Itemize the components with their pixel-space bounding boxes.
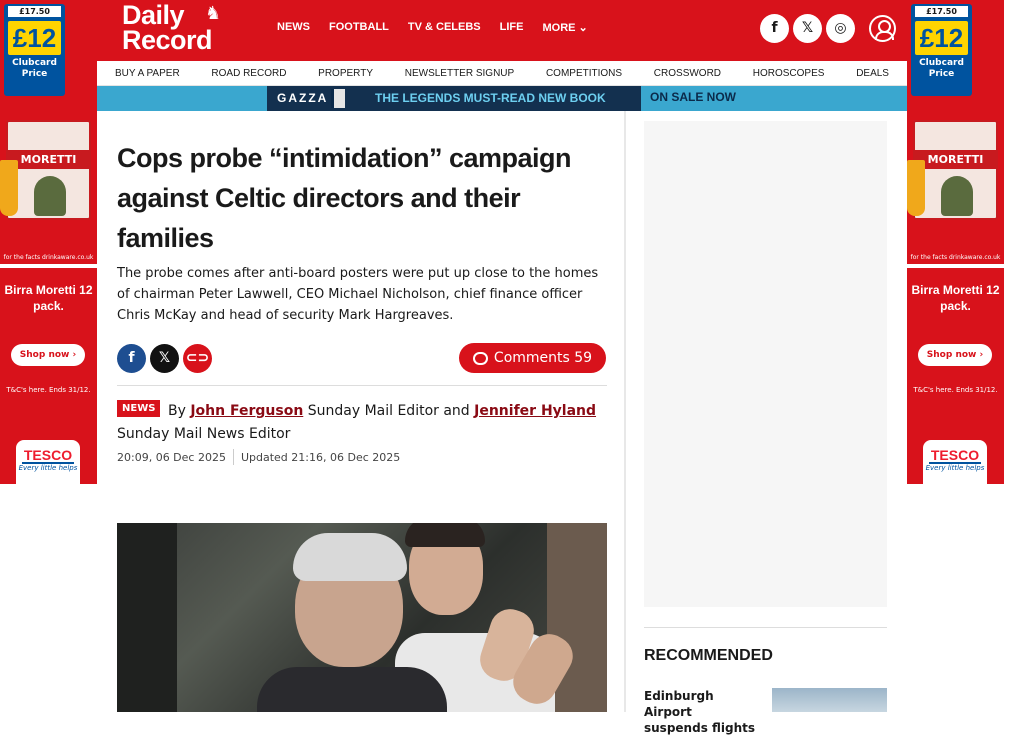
- instagram-icon[interactable]: ◎: [826, 14, 855, 43]
- logo-line-2: Record: [122, 25, 213, 55]
- nav-life[interactable]: LIFE: [500, 21, 524, 34]
- comments-button[interactable]: Comments 59: [459, 343, 606, 373]
- drinkaware-text: for the facts drinkaware.co.uk: [910, 254, 1001, 261]
- box-figure: [941, 176, 973, 216]
- tesco-logo: TESCO Every little helps: [16, 440, 80, 484]
- lion-rampant-icon: ♞: [205, 3, 222, 24]
- updated-time: Updated 21:16, 06 Dec 2025: [240, 451, 401, 464]
- was-price: £17.50: [8, 6, 61, 17]
- tesco-tagline: Every little helps: [925, 464, 985, 472]
- book-promo-banner[interactable]: GAZZA THE LEGENDS MUST-READ NEW BOOK ON …: [97, 86, 907, 111]
- left-side-ad[interactable]: £17.50 £12 Clubcard Price MORETTI for th…: [0, 0, 97, 484]
- article: Cops probe “intimidation” campaign again…: [97, 111, 625, 712]
- photo-person-1-body: [257, 667, 447, 712]
- photo-person-1-hair: [293, 533, 407, 581]
- tesco-name: TESCO: [929, 447, 981, 464]
- secondary-nav: BUY A PAPER ROAD RECORD PROPERTY NEWSLET…: [97, 61, 907, 86]
- right-side-ad[interactable]: £17.50 £12 Clubcard Price MORETTI for th…: [907, 0, 1004, 484]
- facebook-icon[interactable]: f: [760, 14, 789, 43]
- ad-price: £12: [8, 21, 61, 55]
- nav-football[interactable]: FOOTBALL: [329, 21, 389, 34]
- subnav-road-record[interactable]: ROAD RECORD: [211, 68, 286, 79]
- nav-more[interactable]: MORE ⌄: [542, 21, 587, 34]
- subnav-horoscopes[interactable]: HOROSCOPES: [753, 68, 825, 79]
- byline: By John Ferguson Sunday Mail Editor and …: [117, 400, 607, 446]
- banner-dark-panel: GAZZA THE LEGENDS MUST-READ NEW BOOK: [267, 86, 641, 111]
- column-divider: [624, 111, 626, 712]
- author-role-1: Sunday Mail Editor and: [307, 403, 470, 419]
- subnav-newsletter[interactable]: NEWSLETTER SIGNUP: [405, 68, 514, 79]
- lead-photo: [117, 523, 607, 712]
- x-twitter-icon[interactable]: 𝕏: [793, 14, 822, 43]
- author-role-2: Sunday Mail News Editor: [117, 426, 291, 442]
- subnav-competitions[interactable]: COMPETITIONS: [546, 68, 622, 79]
- photo-person-2-hair: [405, 523, 485, 547]
- banner-text: THE LEGENDS MUST-READ NEW BOOK: [375, 91, 606, 105]
- article-headline: Cops probe “intimidation” campaign again…: [117, 143, 572, 253]
- article-standfirst: The probe comes after anti-board posters…: [117, 266, 599, 323]
- ad-separator: [0, 264, 97, 268]
- main-nav: NEWS FOOTBALL TV & CELEBS LIFE MORE ⌄: [277, 21, 607, 34]
- recommended-item-title[interactable]: Edinburgh Airport suspends flights: [644, 688, 759, 736]
- sidebar-ad-slot: [644, 121, 887, 607]
- terms-text[interactable]: T&C's here. Ends 31/12.: [907, 386, 1004, 394]
- shop-now-button[interactable]: Shop now ›: [11, 344, 85, 366]
- x-share-icon[interactable]: 𝕏: [150, 344, 179, 373]
- clubcard-label: Clubcard Price: [919, 58, 964, 79]
- copy-link-icon[interactable]: ⊂⊃: [183, 344, 212, 373]
- subnav-property[interactable]: PROPERTY: [318, 68, 373, 79]
- user-account-icon[interactable]: [869, 15, 896, 42]
- shirt-icon: [331, 89, 345, 108]
- tesco-name: TESCO: [22, 447, 74, 464]
- beer-glass-image: [907, 160, 925, 216]
- ad-separator: [907, 264, 1004, 268]
- news-category-tag[interactable]: NEWS: [117, 400, 161, 417]
- banner-cta: ON SALE NOW: [650, 90, 736, 104]
- beer-box-image: MORETTI: [913, 120, 998, 220]
- tesco-tagline: Every little helps: [18, 464, 78, 472]
- recommended-item-thumbnail[interactable]: [772, 688, 887, 712]
- subnav-deals[interactable]: DEALS: [856, 68, 889, 79]
- box-brand: MORETTI: [8, 150, 89, 169]
- nav-news[interactable]: NEWS: [277, 21, 310, 34]
- facebook-share-icon[interactable]: f: [117, 344, 146, 373]
- nav-tv-celebs[interactable]: TV & CELEBS: [408, 21, 481, 34]
- site-header: Daily Record ♞ NEWS FOOTBALL TV & CELEBS…: [97, 0, 907, 61]
- shop-now-button[interactable]: Shop now ›: [918, 344, 992, 366]
- date-separator: [232, 449, 234, 465]
- clubcard-price-badge: £17.50 £12 Clubcard Price: [4, 4, 65, 96]
- ad-price: £12: [915, 21, 968, 55]
- author-link-2[interactable]: Jennifer Hyland: [474, 403, 596, 419]
- clubcard-label: Clubcard Price: [12, 58, 57, 79]
- terms-text[interactable]: T&C's here. Ends 31/12.: [0, 386, 97, 394]
- beer-box-image: MORETTI: [6, 120, 91, 220]
- comments-label: Comments 59: [493, 350, 593, 366]
- ad-product-name: Birra Moretti 12 pack.: [4, 283, 93, 313]
- photo-background-left: [117, 523, 177, 712]
- ad-product-name: Birra Moretti 12 pack.: [911, 283, 1000, 313]
- sidebar-divider: [644, 627, 887, 628]
- beer-glass-image: [0, 160, 18, 216]
- was-price: £17.50: [915, 6, 968, 17]
- subnav-crossword[interactable]: CROSSWORD: [654, 68, 721, 79]
- published-time: 20:09, 06 Dec 2025: [117, 451, 226, 464]
- tesco-logo: TESCO Every little helps: [923, 440, 987, 484]
- drinkaware-text: for the facts drinkaware.co.uk: [3, 254, 94, 261]
- article-dates: 20:09, 06 Dec 2025 Updated 21:16, 06 Dec…: [117, 449, 401, 465]
- author-link-1[interactable]: John Ferguson: [190, 403, 303, 419]
- box-figure: [34, 176, 66, 216]
- by-label: By: [168, 403, 186, 419]
- box-brand: MORETTI: [915, 150, 996, 169]
- recommended-heading: RECOMMENDED: [644, 647, 773, 664]
- clubcard-price-badge: £17.50 £12 Clubcard Price: [911, 4, 972, 96]
- subnav-buy-a-paper[interactable]: BUY A PAPER: [115, 68, 180, 79]
- daily-record-logo[interactable]: Daily Record: [122, 2, 213, 55]
- banner-gazza: GAZZA: [277, 91, 329, 105]
- comment-bubble-icon: [472, 351, 488, 365]
- divider: [117, 385, 607, 386]
